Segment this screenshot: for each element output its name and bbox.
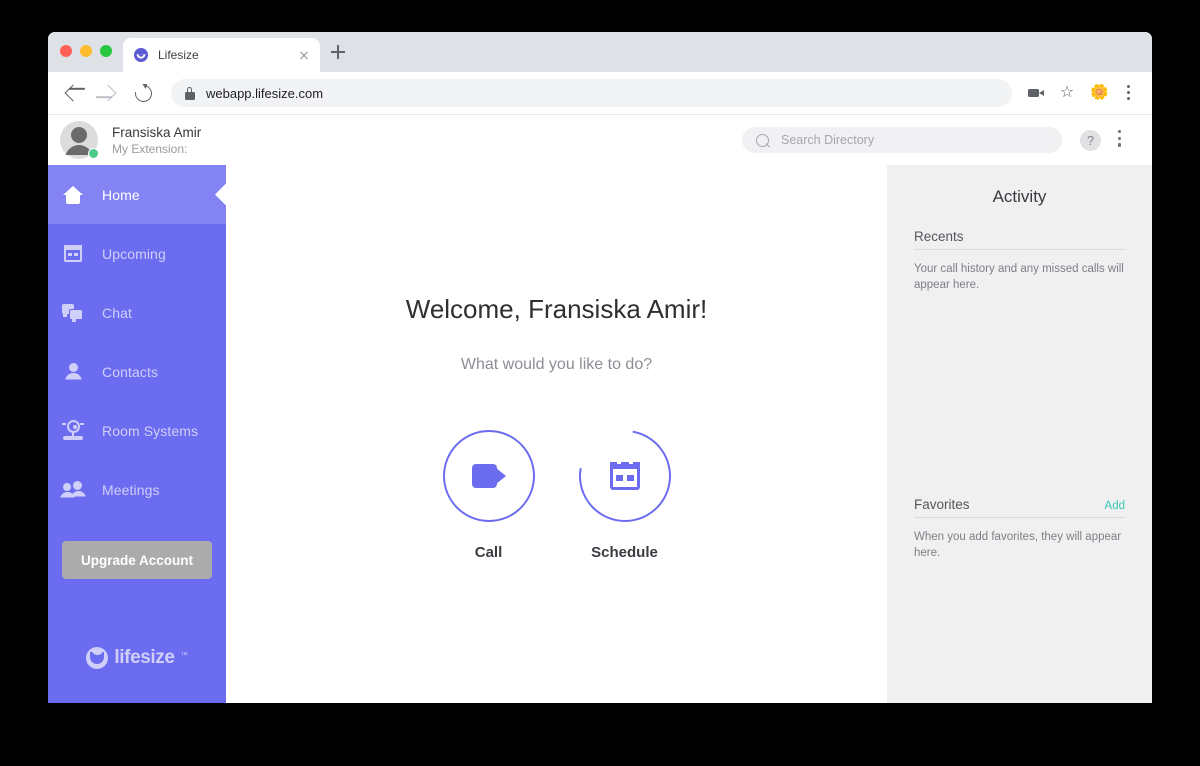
quick-actions: Call Schedule — [442, 412, 689, 562]
schedule-action[interactable]: Schedule — [560, 412, 689, 562]
help-button[interactable]: ? — [1080, 129, 1101, 151]
new-tab-button[interactable] — [325, 39, 351, 65]
add-favorite-link[interactable]: Add — [1105, 500, 1125, 512]
reload-button[interactable] — [128, 78, 158, 108]
bookmark-star-icon[interactable]: ☆ — [1054, 80, 1080, 106]
sidebar-item-meetings[interactable]: Meetings — [48, 460, 226, 519]
favorites-header: Favorites Add — [914, 497, 1125, 518]
main-content: Welcome, Fransiska Amir! What would you … — [226, 165, 887, 703]
avatar[interactable] — [60, 121, 99, 159]
lifesize-logo-text: lifesize — [114, 647, 175, 668]
recents-title: Recents — [914, 229, 964, 244]
browser-tab[interactable]: Lifesize — [123, 38, 320, 72]
person-icon — [62, 361, 84, 383]
sidebar-item-home[interactable]: Home — [48, 165, 226, 224]
app-body: Home Upcoming Chat Contacts Room Systems… — [48, 165, 1152, 703]
sidebar-item-label: Home — [102, 186, 140, 203]
close-window-button[interactable] — [60, 45, 72, 57]
schedule-label: Schedule — [591, 544, 658, 562]
video-camera-icon — [471, 464, 506, 489]
presence-indicator — [88, 148, 99, 159]
call-action[interactable]: Call — [442, 430, 535, 562]
sidebar-nav: Home Upcoming Chat Contacts Room Systems… — [48, 165, 226, 519]
calendar-icon — [609, 459, 640, 491]
video-camera-icon[interactable] — [1023, 80, 1049, 106]
user-name: Fransiska Amir — [112, 124, 202, 140]
sidebar-item-label: Chat — [102, 304, 132, 321]
sidebar-item-label: Upcoming — [102, 245, 166, 262]
window-traffic-lights — [60, 45, 112, 57]
app-header: Fransiska Amir My Extension: ? — [48, 115, 1152, 165]
recents-section: Recents Your call history and any missed… — [914, 229, 1125, 293]
sidebar-item-chat[interactable]: Chat — [48, 283, 226, 342]
activity-title: Activity — [992, 187, 1047, 206]
user-extension: My Extension: — [112, 141, 188, 156]
search-input[interactable] — [779, 132, 1048, 148]
address-bar[interactable]: webapp.lifesize.com — [171, 79, 1012, 107]
tab-title: Lifesize — [158, 48, 199, 62]
call-label: Call — [474, 544, 503, 562]
welcome-heading: Welcome, Fransiska Amir! — [405, 294, 708, 324]
back-button[interactable] — [58, 78, 88, 108]
call-button[interactable] — [442, 430, 535, 523]
home-icon — [62, 184, 84, 206]
app-menu-icon[interactable] — [1110, 129, 1138, 150]
activity-panel: Activity Recents Your call history and a… — [887, 165, 1152, 703]
active-indicator-notch — [215, 183, 226, 206]
sidebar-item-upcoming[interactable]: Upcoming — [48, 224, 226, 283]
people-group-icon — [60, 479, 86, 501]
schedule-button[interactable] — [560, 412, 689, 541]
browser-menu-icon[interactable] — [1116, 80, 1142, 106]
calendar-icon — [62, 243, 84, 265]
chat-bubbles-icon — [62, 302, 84, 324]
forward-button[interactable] — [93, 78, 123, 108]
trademark-symbol: ™ — [180, 652, 188, 659]
favorites-empty-text: When you add favorites, they will appear… — [914, 531, 1122, 559]
sidebar-item-label: Room Systems — [102, 422, 199, 439]
sidebar-item-room-systems[interactable]: Room Systems — [48, 401, 226, 460]
lifesize-favicon-icon — [133, 47, 149, 63]
browser-toolbar: webapp.lifesize.com ☆ 🌼 — [48, 72, 1152, 115]
upgrade-account-button[interactable]: Upgrade Account — [62, 541, 212, 579]
sidebar-item-contacts[interactable]: Contacts — [48, 342, 226, 401]
sidebar: Home Upcoming Chat Contacts Room Systems… — [48, 165, 226, 703]
sidebar-item-label: Contacts — [102, 363, 159, 380]
lifesize-web-app: Fransiska Amir My Extension: ? — [48, 115, 1152, 703]
browser-window: Lifesize webapp.lifesize.com ☆ 🌼 Fransis… — [48, 32, 1152, 703]
lifesize-logo: lifesize ™ — [48, 647, 226, 703]
tab-strip: Lifesize — [48, 32, 1152, 72]
lifesize-logo-icon — [86, 647, 109, 669]
maximize-window-button[interactable] — [100, 45, 112, 57]
extension-icon[interactable]: 🌼 — [1085, 80, 1111, 106]
favorites-section: Favorites Add When you add favorites, th… — [914, 497, 1125, 561]
webcam-icon — [62, 419, 84, 442]
favorites-title: Favorites — [914, 497, 970, 512]
search-directory[interactable] — [742, 127, 1062, 153]
sidebar-item-label: Meetings — [102, 481, 160, 498]
minimize-window-button[interactable] — [80, 45, 92, 57]
close-tab-icon[interactable] — [296, 47, 312, 63]
welcome-subtitle: What would you like to do? — [460, 356, 653, 374]
lock-icon — [185, 87, 195, 100]
user-info: Fransiska Amir My Extension: — [112, 124, 201, 157]
search-icon — [756, 133, 769, 147]
recents-empty-text: Your call history and any missed calls w… — [914, 263, 1124, 291]
recents-header: Recents — [914, 229, 1125, 250]
address-bar-url: webapp.lifesize.com — [206, 85, 324, 101]
